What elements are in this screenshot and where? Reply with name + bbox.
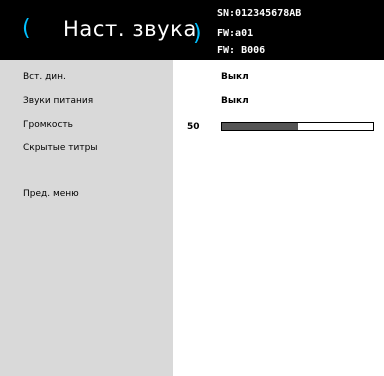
serial-number: SN:012345678AB xyxy=(217,8,302,19)
speaker-value[interactable]: Выкл xyxy=(221,72,249,82)
menu-item-volume[interactable]: Громкость xyxy=(23,120,73,130)
volume-slider[interactable] xyxy=(221,122,374,131)
firmware-version-1: FW:a01 xyxy=(217,28,254,39)
firmware-version-2: FW: B006 xyxy=(217,45,266,56)
bracket-right-icon: ) xyxy=(193,21,202,46)
menu-item-closed-captions[interactable]: Скрытые титры xyxy=(23,143,97,153)
volume-value: 50 xyxy=(187,122,200,132)
volume-slider-fill xyxy=(222,123,298,130)
menu-item-power-sounds[interactable]: Звуки питания xyxy=(23,96,93,106)
page-title: Наст. звука xyxy=(63,17,197,41)
previous-menu-link[interactable]: Пред. меню xyxy=(23,189,79,199)
menu-item-speaker[interactable]: Вст. дин. xyxy=(23,72,66,82)
power-sounds-value[interactable]: Выкл xyxy=(221,96,249,106)
bracket-left-icon: ( xyxy=(22,16,31,41)
menu-panel xyxy=(0,60,173,376)
header-bar: ( Наст. звука ) SN:012345678AB FW:a01 FW… xyxy=(0,0,384,60)
